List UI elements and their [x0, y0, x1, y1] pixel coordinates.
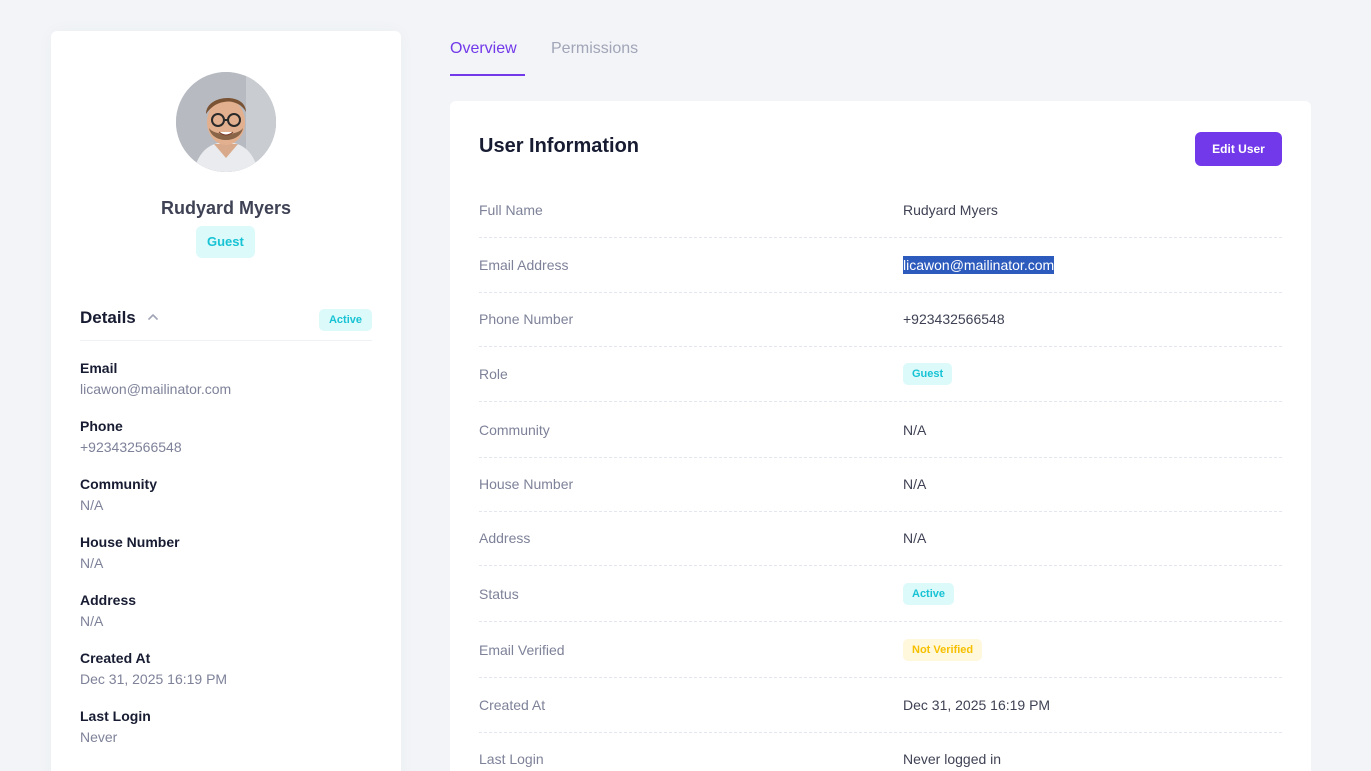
user-information-card: User Information Edit User Full Name Rud… [450, 101, 1311, 771]
info-label: Last Login [479, 751, 544, 767]
info-value: +923432566548 [903, 311, 1005, 327]
info-label: House Number [479, 476, 574, 492]
info-value: Rudyard Myers [903, 202, 998, 218]
status-badge: Active [318, 309, 372, 331]
selected-email-text[interactable]: licawon@mailinator.com [903, 256, 1055, 274]
detail-value: Dec 31, 2025 16:19 PM [80, 671, 228, 687]
info-label: Full Name [479, 202, 543, 218]
info-value: Never logged in [903, 751, 1002, 767]
info-value: N/A [903, 422, 927, 438]
chevron-up-icon[interactable] [148, 312, 158, 322]
detail-label: Address [80, 592, 137, 608]
info-label: Status [479, 586, 519, 602]
detail-value: licawon@mailinator.com [80, 381, 232, 397]
role-pill: Guest [903, 363, 953, 385]
details-title: Details [80, 308, 136, 327]
info-label: Community [479, 422, 550, 438]
detail-label: Created At [80, 650, 151, 666]
detail-label: Last Login [80, 708, 151, 724]
detail-value: N/A [80, 613, 104, 629]
detail-last-login: Last Login Never [80, 706, 380, 747]
info-label: Phone Number [479, 311, 574, 327]
info-label: Email Verified [479, 642, 565, 658]
detail-label: Phone [80, 418, 123, 434]
profile-name: Rudyard Myers [160, 198, 292, 218]
avatar [176, 72, 276, 172]
details-header[interactable]: Details Active [80, 307, 372, 341]
info-row-role: Role Guest [479, 347, 1282, 402]
info-value: Dec 31, 2025 16:19 PM [903, 697, 1051, 713]
detail-value: Never [80, 729, 118, 745]
status-pill: Active [903, 583, 955, 605]
info-row-created-at: Created At Dec 31, 2025 16:19 PM [479, 678, 1282, 733]
detail-community: Community N/A [80, 474, 380, 515]
info-row-full-name: Full Name Rudyard Myers [479, 183, 1282, 238]
avatar-image [176, 72, 276, 172]
info-row-email: Email Address licawon@mailinator.com [479, 238, 1282, 293]
detail-value: N/A [80, 555, 104, 571]
info-label: Address [479, 530, 531, 546]
detail-phone: Phone +923432566548 [80, 416, 380, 457]
info-value: N/A [903, 530, 927, 546]
profile-card: Rudyard Myers Guest Details Active Email… [51, 31, 401, 771]
verification-pill: Not Verified [903, 639, 983, 661]
detail-value: +923432566548 [80, 439, 182, 455]
detail-house-number: House Number N/A [80, 532, 380, 573]
detail-label: House Number [80, 534, 180, 550]
info-row-email-verified: Email Verified Not Verified [479, 623, 1282, 678]
card-title: User Information [479, 135, 640, 157]
role-badge: Guest [196, 226, 255, 258]
info-row-community: Community N/A [479, 403, 1282, 458]
info-row-status: Status Active [479, 567, 1282, 622]
detail-created-at: Created At Dec 31, 2025 16:19 PM [80, 648, 380, 689]
info-label: Role [479, 366, 508, 382]
detail-label: Email [80, 360, 118, 376]
detail-value: N/A [80, 497, 104, 513]
tab-overview[interactable]: Overview [450, 36, 525, 76]
info-label: Created At [479, 697, 546, 713]
info-value-email[interactable]: licawon@mailinator.com [903, 238, 1055, 293]
info-row-address: Address N/A [479, 511, 1282, 566]
info-value: N/A [903, 476, 927, 492]
detail-label: Community [80, 476, 157, 492]
detail-address: Address N/A [80, 590, 380, 631]
user-profile-page: Rudyard Myers Guest Details Active Email… [0, 0, 1371, 771]
edit-user-button[interactable]: Edit User [1195, 132, 1282, 166]
info-row-house-number: House Number N/A [479, 457, 1282, 512]
tab-permissions[interactable]: Permissions [551, 36, 638, 74]
info-label: Email Address [479, 257, 569, 273]
info-row-last-login: Last Login Never logged in [479, 732, 1282, 771]
info-row-phone: Phone Number +923432566548 [479, 292, 1282, 347]
detail-email: Email licawon@mailinator.com [80, 358, 380, 399]
